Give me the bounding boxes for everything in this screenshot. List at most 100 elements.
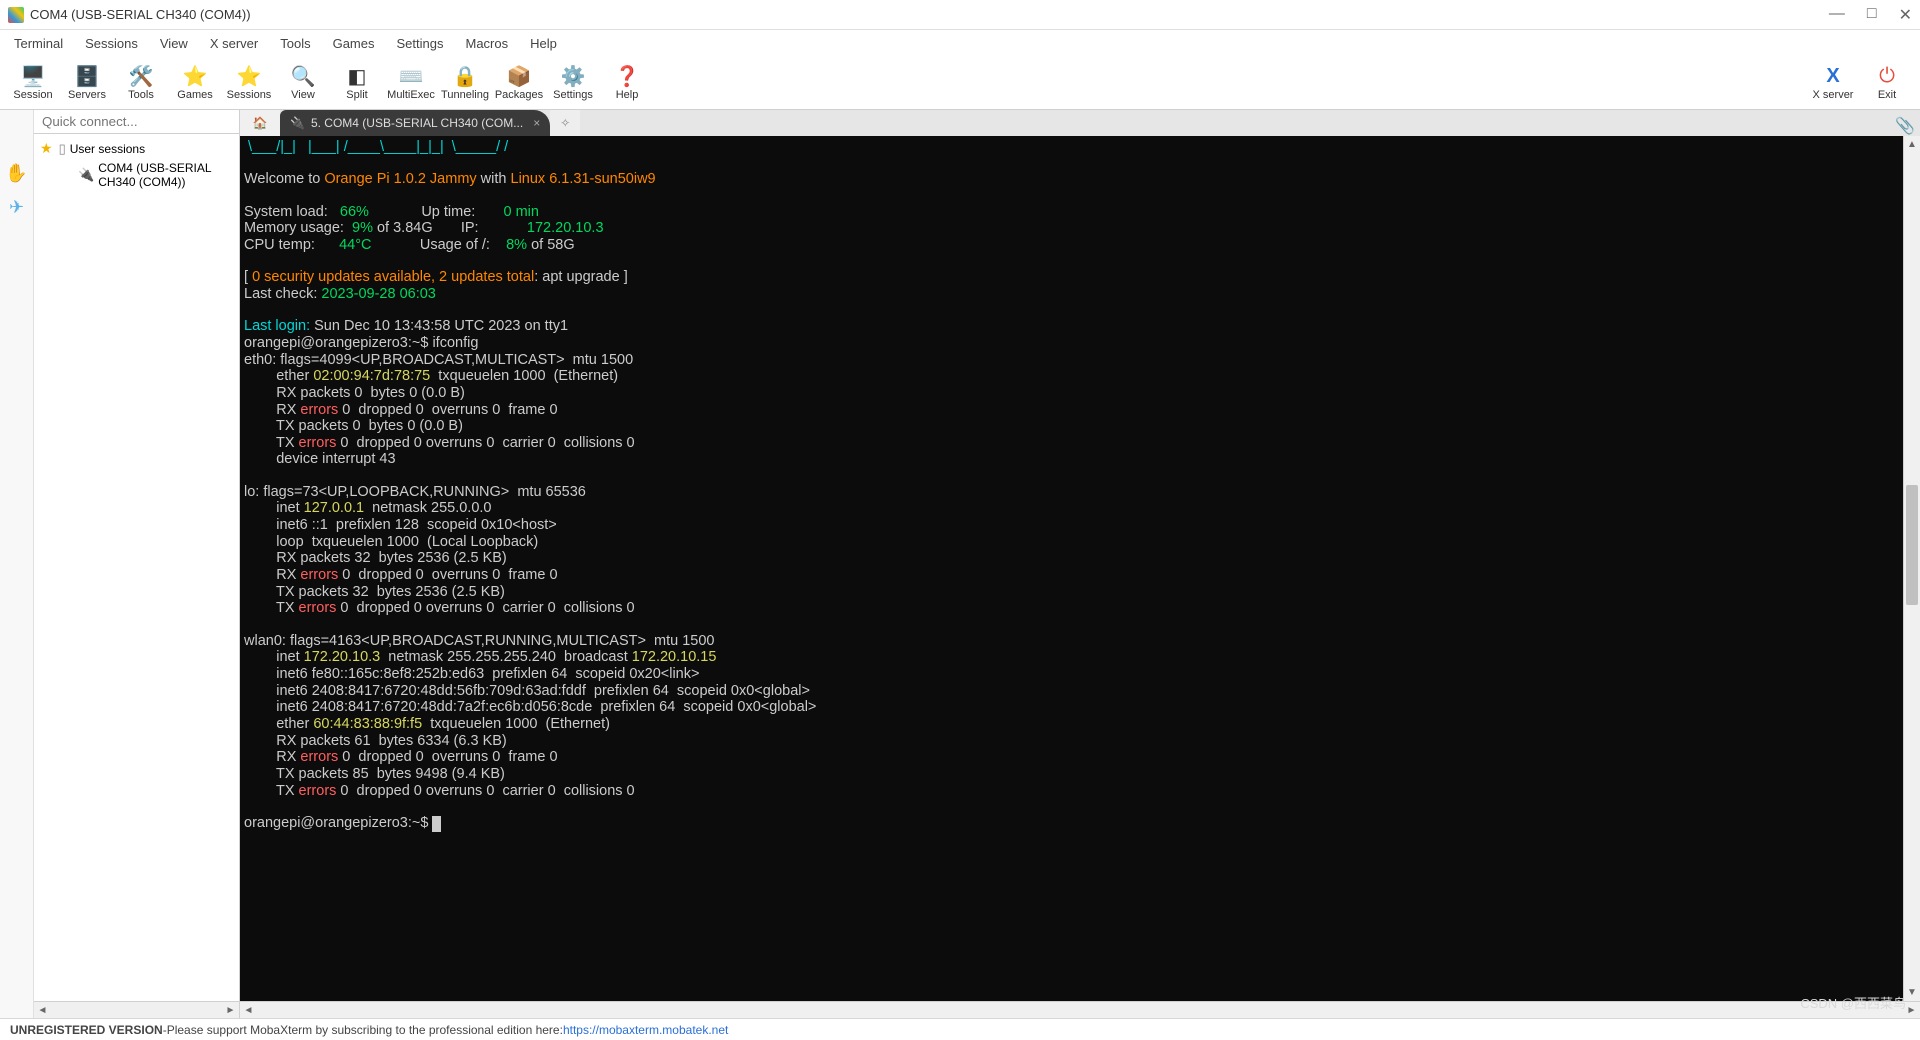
label: Sessions [227,89,272,101]
send-tab-icon[interactable]: ✈ [4,194,30,220]
tab-label: 5. COM4 (USB-SERIAL CH340 (COM... [311,116,523,130]
toolbar-exit[interactable]: ⏻Exit [1860,58,1914,108]
toolbar-multiexec[interactable]: ⌨️MultiExec [384,58,438,108]
sysload-line: System load: 66% Up time: 0 min [244,204,539,220]
eth0-head: eth0: flags=4099<UP,BROADCAST,MULTICAST>… [244,352,633,368]
terminal[interactable]: \___/|_| |___| /____\____|_|_| \_____/ /… [240,136,1903,1001]
tabstrip: 🏠 🔌 5. COM4 (USB-SERIAL CH340 (COM... × … [240,110,1920,136]
eth0-tx1: TX packets 0 bytes 0 (0.0 B) [244,418,463,434]
lo-head: lo: flags=73<UP,LOOPBACK,RUNNING> mtu 65… [244,484,586,500]
label: Packages [495,89,543,101]
games-icon: ⭐ [183,65,208,89]
session-icon: 🖥️ [21,65,46,89]
wlan-tx2: TX errors 0 dropped 0 overruns 0 carrier… [244,783,635,799]
maximize-button[interactable]: □ [1867,5,1877,25]
scroll-left-icon[interactable]: ◄ [240,1005,257,1016]
toolbar-xserver[interactable]: XX server [1806,58,1860,108]
label: Help [616,89,639,101]
label: Servers [68,89,106,101]
toolbar-servers[interactable]: 🗄️Servers [60,58,114,108]
wlan-inet6b: inet6 2408:8417:6720:48dd:56fb:709d:63ad… [244,683,810,699]
lo-inet6: inet6 ::1 prefixlen 128 scopeid 0x10<hos… [244,517,557,533]
lo-inet: inet 127.0.0.1 netmask 255.0.0.0 [244,500,491,516]
quick-connect-input[interactable] [34,110,239,134]
scrollbar-thumb[interactable] [1906,485,1918,605]
add-tab-icon: ✧ [560,116,570,130]
scroll-right-icon[interactable]: ► [1903,1005,1920,1016]
memory-line: Memory usage: 9% of 3.84G IP: 172.20.10.… [244,220,604,236]
eth0-rx2: RX errors 0 dropped 0 overruns 0 frame 0 [244,402,558,418]
app-icon [8,7,24,23]
menu-sessions[interactable]: Sessions [75,32,148,55]
sidebar: ✋ ✈ ★ ▯ User sessions 🔌 COM4 (USB-SERIAL… [0,110,240,1018]
label: MultiExec [387,89,435,101]
statusbar: UNREGISTERED VERSION - Please support Mo… [0,1018,1920,1040]
minimize-button[interactable]: — [1829,5,1845,25]
wlan-rx2: RX errors 0 dropped 0 overruns 0 frame 0 [244,749,558,765]
toolbar-split[interactable]: ◧Split [330,58,384,108]
serial-tab-icon: 🔌 [290,116,305,130]
label: View [291,89,315,101]
status-link[interactable]: https://mobaxterm.mobatek.net [563,1023,728,1037]
scroll-up-icon[interactable]: ▲ [1904,136,1920,153]
label: Exit [1878,89,1896,101]
tree-user-sessions[interactable]: ★ ▯ User sessions [34,138,239,159]
home-icon: 🏠 [253,116,268,130]
packages-icon: 📦 [507,65,532,89]
menu-view[interactable]: View [150,32,198,55]
tree-session-com4[interactable]: 🔌 COM4 (USB-SERIAL CH340 (COM4)) [34,159,239,191]
toolbar-settings[interactable]: ⚙️Settings [546,58,600,108]
toolbar-sessions[interactable]: ⭐Sessions [222,58,276,108]
toolbar-tunneling[interactable]: 🔒Tunneling [438,58,492,108]
tab-com4[interactable]: 🔌 5. COM4 (USB-SERIAL CH340 (COM... × [280,110,550,136]
menu-games[interactable]: Games [323,32,385,55]
label: Games [177,89,212,101]
label: Tunneling [441,89,489,101]
toolbar-session[interactable]: 🖥️Session [6,58,60,108]
toolbar-packages[interactable]: 📦Packages [492,58,546,108]
tab-close-icon[interactable]: × [533,116,540,130]
updates-line: [ 0 security updates available, 2 update… [244,269,628,285]
lo-rx1: RX packets 32 bytes 2536 (2.5 KB) [244,550,507,566]
label: X server [1813,89,1854,101]
toolbar-help[interactable]: ❓Help [600,58,654,108]
welcome-line: Welcome to Orange Pi 1.0.2 Jammy with Li… [244,171,656,187]
close-button[interactable]: ✕ [1899,5,1912,25]
menu-settings[interactable]: Settings [387,32,454,55]
wlan-inet6c: inet6 2408:8417:6720:48dd:7a2f:ec6b:d056… [244,699,816,715]
menu-tools[interactable]: Tools [270,32,320,55]
menubar: Terminal Sessions View X server Tools Ga… [0,30,1920,56]
prompt-line: orangepi@orangepizero3:~$ ifconfig [244,335,478,351]
paperclip-icon[interactable]: 📎 [1890,116,1920,136]
menu-macros[interactable]: Macros [455,32,518,55]
toolbar-games[interactable]: ⭐Games [168,58,222,108]
session-tree: ★ ▯ User sessions 🔌 COM4 (USB-SERIAL CH3… [34,134,239,195]
tab-home[interactable]: 🏠 [240,110,280,136]
label: Session [13,89,52,101]
eth0-rx1: RX packets 0 bytes 0 (0.0 B) [244,385,465,401]
serial-icon: 🔌 [78,167,94,183]
scroll-down-icon[interactable]: ▼ [1904,984,1920,1001]
label: Split [346,89,367,101]
scroll-left-icon[interactable]: ◄ [34,1005,51,1016]
status-text: Please support MobaXterm by subscribing … [167,1023,563,1037]
tab-new[interactable]: ✧ [550,110,580,136]
menu-help[interactable]: Help [520,32,567,55]
menu-xserver[interactable]: X server [200,32,268,55]
lastlogin-line: Last login: Sun Dec 10 13:43:58 UTC 2023… [244,318,568,334]
eth0-int: device interrupt 43 [244,451,396,467]
folder-icon: ▯ [59,141,66,157]
sessions-icon: ⭐ [237,65,262,89]
eth0-tx2: TX errors 0 dropped 0 overruns 0 carrier… [244,435,635,451]
terminal-vscrollbar[interactable]: ▲ ▼ [1903,136,1920,1001]
scroll-right-icon[interactable]: ► [222,1005,239,1016]
sftp-tab-icon[interactable]: ✋ [4,160,30,186]
lo-loop: loop txqueuelen 1000 (Local Loopback) [244,534,538,550]
sidebar-hscrollbar[interactable]: ◄ ► [34,1001,239,1018]
terminal-hscrollbar[interactable]: ◄ ► [240,1001,1920,1018]
sidebar-tabs: ✋ ✈ [0,110,34,1018]
toolbar-view[interactable]: 🔍View [276,58,330,108]
menu-terminal[interactable]: Terminal [4,32,73,55]
wlan-head: wlan0: flags=4163<UP,BROADCAST,RUNNING,M… [244,633,715,649]
toolbar-tools[interactable]: 🛠️Tools [114,58,168,108]
